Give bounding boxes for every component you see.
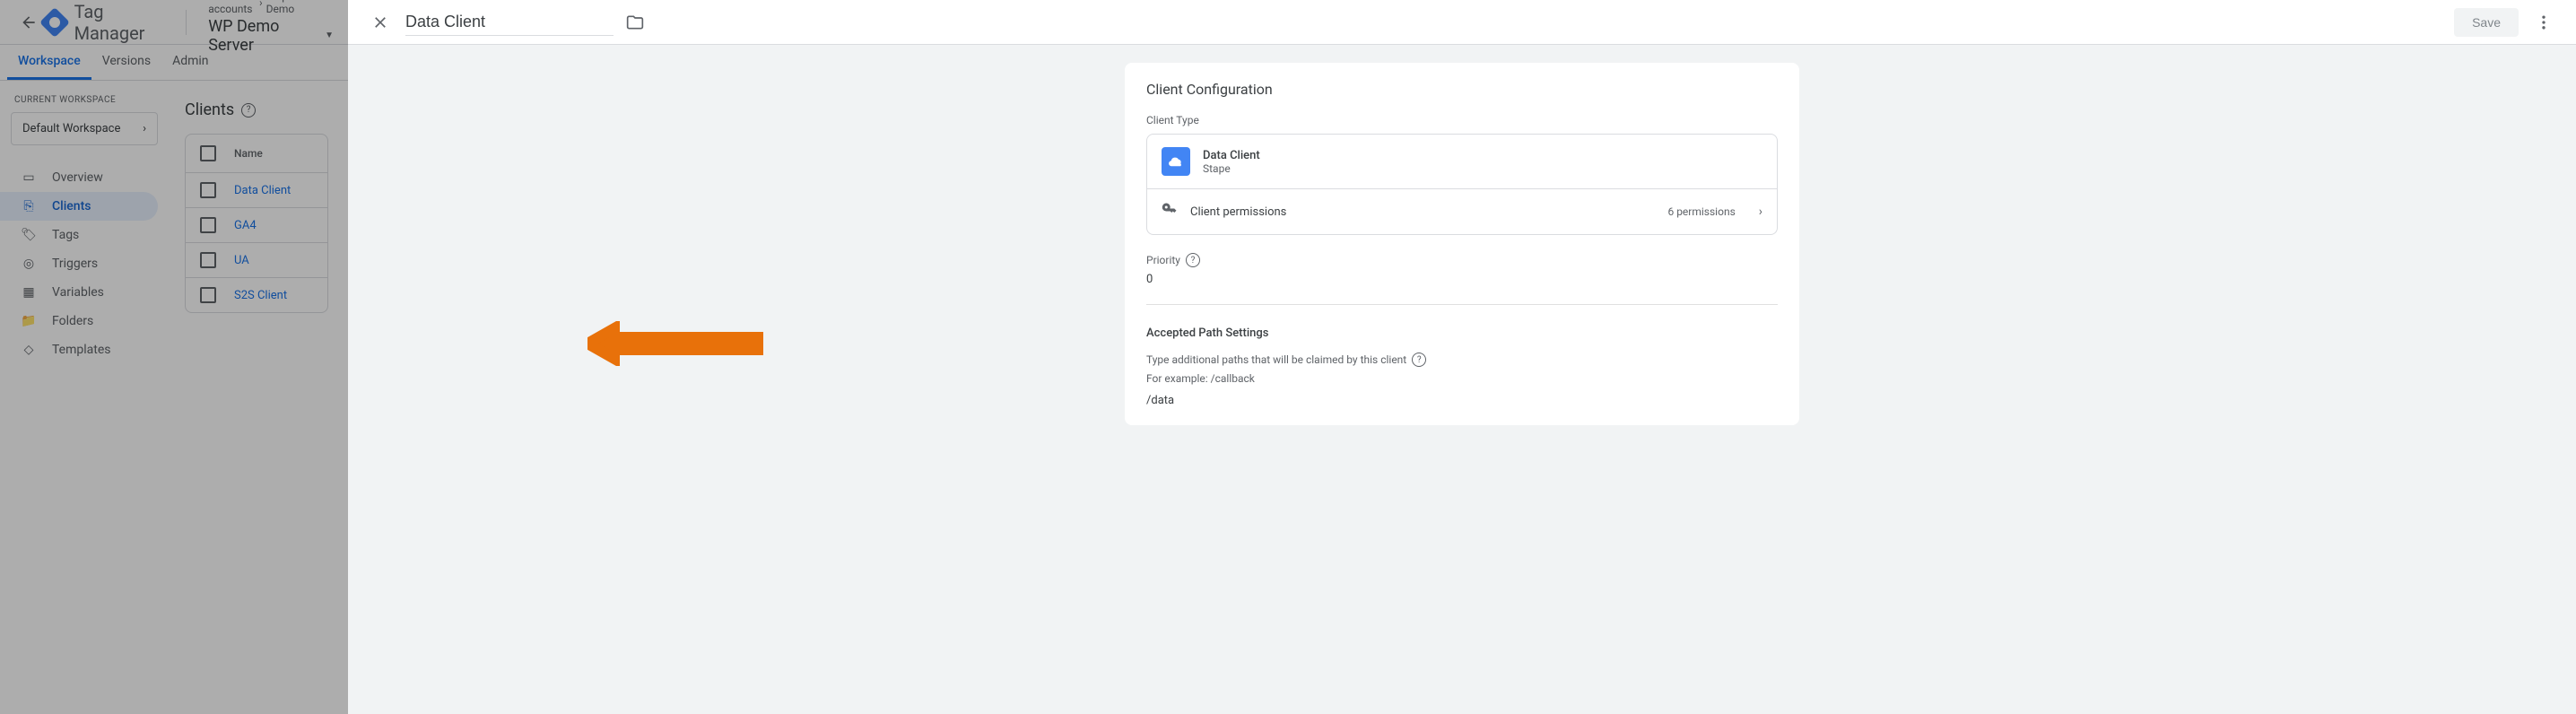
trigger-icon: ◎ (20, 257, 38, 271)
row-checkbox[interactable] (200, 217, 216, 233)
table-row[interactable]: S2S Client (186, 278, 327, 312)
template-icon: ◇ (20, 343, 38, 357)
help-icon[interactable]: ? (1412, 353, 1426, 367)
row-checkbox[interactable] (200, 287, 216, 303)
client-type-vendor: Stape (1203, 162, 1260, 175)
caret-down-icon: ▼ (325, 30, 334, 40)
dashboard-icon: ▭ (20, 170, 38, 185)
client-type-icon (1162, 147, 1190, 176)
back-button[interactable] (14, 4, 44, 40)
sidebar-item-templates[interactable]: ◇ Templates (0, 335, 158, 364)
folder-icon: 📁 (20, 314, 38, 328)
path-value: /data (1146, 394, 1778, 407)
chevron-right-icon: › (1759, 205, 1762, 219)
clients-table: Name Data Client GA4 UA S2S Client (185, 134, 328, 313)
tab-admin[interactable]: Admin (161, 45, 219, 80)
client-type-name: Data Client (1203, 149, 1260, 162)
column-name: Name (234, 147, 263, 160)
row-link[interactable]: S2S Client (234, 289, 287, 302)
row-checkbox[interactable] (200, 182, 216, 198)
variable-icon: ▦ (20, 285, 38, 300)
key-icon (1162, 202, 1178, 222)
workspace-selector[interactable]: Default Workspace › (11, 112, 158, 145)
table-row[interactable]: UA (186, 243, 327, 278)
chevron-right-icon: › (143, 122, 146, 135)
help-icon[interactable]: ? (1186, 253, 1200, 267)
sidebar-item-variables[interactable]: ▦ Variables (0, 278, 158, 307)
tab-workspace[interactable]: Workspace (7, 45, 91, 80)
permissions-row[interactable]: Client permissions 6 permissions › (1147, 188, 1777, 234)
sidebar-item-tags[interactable]: 🏷 Tags (0, 221, 158, 249)
permissions-count: 6 permissions (1667, 205, 1735, 218)
sidebar-item-clients[interactable]: ⎘ Clients (0, 192, 158, 221)
chevron-right-icon: › (259, 0, 263, 9)
page-title: Clients (185, 100, 234, 119)
product-logo: Tag Manager (44, 1, 154, 44)
sidebar-item-triggers[interactable]: ◎ Triggers (0, 249, 158, 278)
row-link[interactable]: GA4 (234, 219, 257, 232)
row-checkbox[interactable] (200, 252, 216, 268)
client-title-input[interactable] (405, 9, 614, 36)
card-title: Client Configuration (1146, 81, 1778, 98)
sidebar-item-folders[interactable]: 📁 Folders (0, 307, 158, 335)
more-menu-button[interactable] (2526, 4, 2562, 40)
paths-example: For example: /callback (1146, 372, 1778, 385)
table-row[interactable]: GA4 (186, 208, 327, 243)
row-link[interactable]: Data Client (234, 184, 291, 197)
paths-description: Type additional paths that will be claim… (1146, 353, 1406, 366)
client-detail-panel: Save Client Configuration Client Type Da… (348, 0, 2576, 714)
save-button[interactable]: Save (2454, 8, 2519, 37)
tab-versions[interactable]: Versions (91, 45, 161, 80)
select-all-checkbox[interactable] (200, 145, 216, 161)
paths-section-title: Accepted Path Settings (1146, 327, 1778, 340)
folder-icon[interactable] (624, 12, 646, 33)
product-name: Tag Manager (74, 1, 154, 44)
sidebar-item-overview[interactable]: ▭ Overview (0, 163, 158, 192)
client-type-selector[interactable]: Data Client Stape (1147, 135, 1777, 188)
help-icon[interactable]: ? (241, 103, 256, 118)
table-row[interactable]: Data Client (186, 173, 327, 208)
client-config-card: Client Configuration Client Type Data Cl… (1125, 63, 1799, 425)
close-button[interactable] (362, 4, 398, 40)
row-link[interactable]: UA (234, 254, 249, 267)
client-type-label: Client Type (1146, 114, 1778, 126)
tag-icon: 🏷 (20, 228, 38, 242)
client-icon: ⎘ (20, 199, 38, 213)
priority-label: Priority (1146, 254, 1180, 266)
current-workspace-label: CURRENT WORKSPACE (11, 95, 158, 105)
breadcrumb[interactable]: All accounts › Stape GTM Demo WP Demo Se… (208, 0, 334, 55)
priority-value: 0 (1146, 273, 1778, 286)
